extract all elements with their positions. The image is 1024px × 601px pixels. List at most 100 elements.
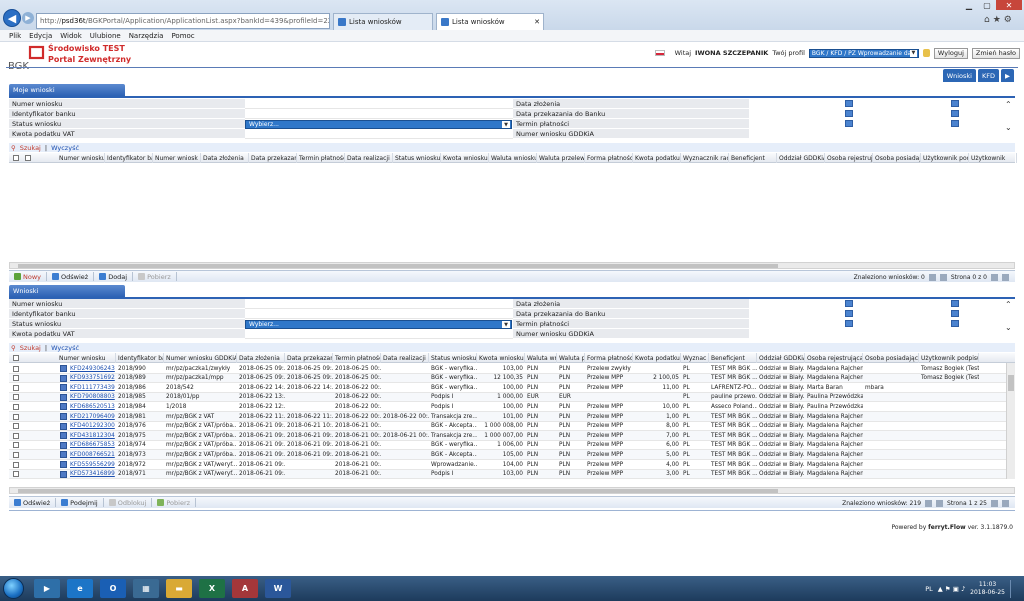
my-horizontal-scrollbar[interactable]	[9, 262, 1015, 269]
document-icon[interactable]	[60, 432, 67, 440]
media-player-icon[interactable]: ▶	[34, 579, 60, 598]
table-row[interactable]: KFD008766521 2018/973 mr/pz/BGK z VAT/prób…	[9, 450, 1015, 460]
first-page-icon[interactable]	[928, 273, 936, 281]
change-password-button[interactable]: Zmień hasło	[971, 47, 1020, 59]
scroll-thumb[interactable]	[1008, 375, 1014, 391]
request-number-link[interactable]: KFD686520513	[68, 402, 116, 411]
calendar-icon[interactable]	[951, 110, 959, 117]
column-header[interactable]: Status wniosku	[429, 353, 477, 363]
table-row[interactable]: KFD111773439 2018/986 2018/542 2018-06-22 1…	[9, 383, 1015, 393]
document-icon[interactable]	[60, 365, 67, 372]
table-row[interactable]: KFD401292300 2018/976 mr/pz/BGK z VAT/prób…	[9, 422, 1015, 432]
row-checkbox[interactable]	[13, 471, 19, 478]
request-number-link[interactable]: KFD686675853	[68, 441, 116, 450]
column-header[interactable]: Kwota podatku V	[633, 153, 681, 163]
calendar-icon[interactable]	[845, 110, 853, 117]
my-requests-title[interactable]: Moje wnioski	[9, 84, 125, 96]
column-header[interactable]: Status wniosku	[393, 153, 441, 163]
request-number-link[interactable]: KFD790808803	[68, 393, 116, 402]
row-checkbox[interactable]	[13, 365, 19, 372]
kwota-vat-input[interactable]	[245, 129, 513, 139]
prev-page-icon[interactable]	[936, 499, 944, 507]
column-header[interactable]: Beneficjent	[709, 353, 757, 363]
clock[interactable]: 11:03 2018-06-25	[970, 581, 1005, 597]
refresh-button[interactable]: Odśwież	[47, 272, 95, 281]
calendar-icon[interactable]	[951, 120, 959, 127]
column-header[interactable]: Data złożenia	[237, 353, 285, 363]
calendar-icon[interactable]	[845, 120, 853, 127]
row-checkbox[interactable]	[13, 394, 19, 401]
document-icon[interactable]	[60, 393, 67, 401]
row-checkbox[interactable]	[13, 442, 19, 449]
column-header[interactable]: Numer wniosku	[57, 153, 105, 163]
table-row[interactable]: KFD559556299 2018/972 mr/pz/BGK z VAT/wery…	[9, 460, 1015, 470]
table-row[interactable]: KFD249306243 2018/990 mr/pz/paczka1/zwykły…	[9, 364, 1015, 374]
row-checkbox[interactable]	[13, 403, 19, 410]
last-page-icon[interactable]	[1002, 499, 1009, 507]
clear-link[interactable]: Wyczyść	[51, 344, 79, 352]
calendar-icon[interactable]	[951, 300, 959, 307]
column-header[interactable]: Waluta wn	[525, 353, 557, 363]
minimize-icon[interactable]: ▁	[960, 0, 978, 10]
menu-item-ulubione[interactable]: Ulubione	[90, 32, 121, 40]
column-header[interactable]: Osoba posiadająca	[863, 353, 919, 363]
numer-wniosku-input[interactable]	[245, 99, 513, 109]
column-header[interactable]: Oddział GDDKiA	[757, 353, 805, 363]
show-desktop-button[interactable]	[1010, 580, 1018, 598]
network-icon[interactable]: ▦	[133, 579, 159, 598]
column-header[interactable]: Waluta wniosku	[489, 153, 537, 163]
forward-icon[interactable]: ▶	[22, 12, 34, 24]
column-header[interactable]: Data przekazani	[285, 353, 333, 363]
column-header[interactable]: Użytkownik	[969, 153, 1017, 163]
row-checkbox[interactable]	[13, 461, 19, 468]
start-button[interactable]	[3, 578, 24, 599]
all-horizontal-scrollbar[interactable]	[9, 487, 1015, 494]
column-header[interactable]: Forma płatności	[585, 353, 633, 363]
calendar-icon[interactable]	[845, 320, 853, 327]
chevron-up-icon[interactable]: ⌃	[1005, 300, 1012, 309]
request-number-link[interactable]: KFD401292300	[68, 422, 116, 431]
column-header[interactable]: Identyfikator ban	[105, 153, 153, 163]
download-button[interactable]: Pobierz	[133, 272, 177, 281]
menu-item-plik[interactable]: Plik	[9, 32, 21, 40]
numer-wniosku-input[interactable]	[245, 299, 513, 309]
document-icon[interactable]	[60, 441, 67, 449]
status-select[interactable]: Wybierz... ▼	[245, 320, 512, 329]
take-button[interactable]: Podejmij	[56, 498, 104, 507]
column-header[interactable]: Użytkownik podpisujący w I	[919, 353, 979, 363]
column-header[interactable]: Data realizacji	[381, 353, 429, 363]
select-all-checkbox[interactable]	[13, 355, 19, 361]
document-icon[interactable]	[60, 403, 67, 411]
requests-title[interactable]: Wnioski	[9, 285, 125, 297]
column-header[interactable]: Beneficjent	[729, 153, 777, 163]
column-header[interactable]: Waluta przelew	[537, 153, 585, 163]
column-header[interactable]: Forma płatności	[585, 153, 633, 163]
excel-icon[interactable]: X	[199, 579, 225, 598]
identyfikator-banku-input[interactable]	[245, 109, 513, 119]
chevron-down-icon[interactable]: ⌄	[1005, 123, 1012, 132]
column-header[interactable]: Identyfikator ban	[116, 353, 164, 363]
row-checkbox[interactable]	[25, 155, 31, 161]
flag-pl-icon[interactable]	[654, 50, 665, 56]
menu-item-pomoc[interactable]: Pomoc	[171, 32, 194, 40]
last-page-icon[interactable]	[1002, 273, 1009, 281]
row-checkbox[interactable]	[13, 423, 19, 430]
column-header[interactable]: Osoba rejestrująca	[825, 153, 873, 163]
column-header[interactable]: Kwota podatku V	[633, 353, 681, 363]
column-header[interactable]: Numer wniosku	[57, 353, 116, 363]
request-number-link[interactable]: KFD111773439	[68, 383, 116, 392]
add-button[interactable]: Dodaj	[94, 272, 134, 281]
calendar-icon[interactable]	[951, 320, 959, 327]
table-row[interactable]: KFD686675853 2018/974 mr/pz/BGK z VAT/prób…	[9, 441, 1015, 451]
column-header[interactable]: Wyznacznik rac	[681, 153, 729, 163]
table-row[interactable]: KFD790808803 2018/985 2018/01/pp 2018-06-22…	[9, 392, 1015, 403]
column-header[interactable]: Kwota wniosku	[441, 153, 489, 163]
column-header[interactable]: Użytkownik podp	[921, 153, 969, 163]
column-header[interactable]: Oddział GDDKiA	[777, 153, 825, 163]
menu-item-edycja[interactable]: Edycja	[29, 32, 52, 40]
prev-page-icon[interactable]	[939, 273, 947, 281]
clear-link[interactable]: Wyczyść	[51, 144, 79, 152]
row-checkbox[interactable]	[13, 413, 19, 420]
access-icon[interactable]: A	[232, 579, 258, 598]
table-row[interactable]: KFD217096409 2018/981 mr/pz/BGK z VAT 2018-…	[9, 412, 1015, 422]
